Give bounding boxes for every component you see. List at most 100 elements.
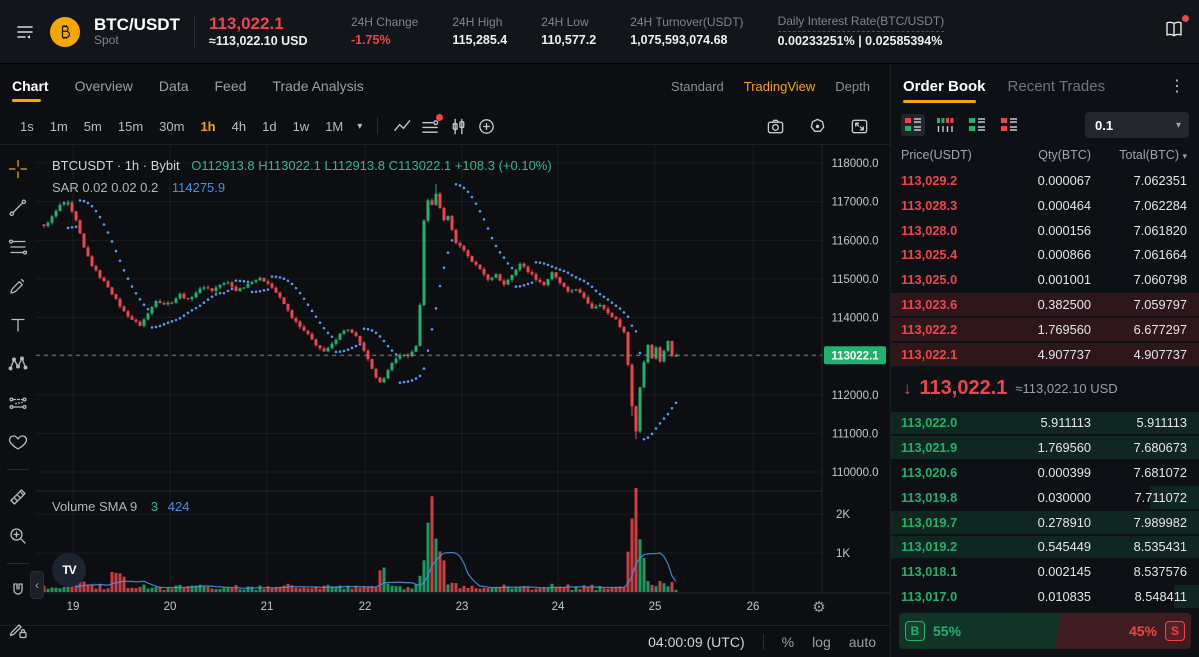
ask-qty: 0.000464: [999, 198, 1091, 213]
bid-row[interactable]: 113,019.20.5454498.535431: [891, 535, 1199, 560]
chart-mode-standard[interactable]: Standard: [671, 79, 724, 94]
bid-row[interactable]: 113,019.70.2789107.989982: [891, 510, 1199, 535]
target-settings-icon[interactable]: [804, 114, 830, 138]
forecast-tool-icon[interactable]: [6, 391, 30, 415]
axis-settings-gear-icon[interactable]: ⚙: [808, 596, 830, 618]
svg-text:117000.0: 117000.0: [831, 197, 878, 209]
magnet-icon[interactable]: [6, 579, 30, 603]
timeframe-4h[interactable]: 4h: [224, 116, 254, 137]
stat-24h-change: 24H Change-1.75%: [351, 13, 418, 50]
ob-tab-recent-trades[interactable]: Recent Trades: [1008, 66, 1106, 107]
collapse-toolbar-handle[interactable]: ‹: [30, 571, 44, 599]
notification-dot: [1182, 15, 1189, 22]
tab-feed[interactable]: Feed: [215, 66, 247, 106]
trend-line-icon[interactable]: [6, 196, 30, 220]
ask-row[interactable]: 113,028.00.0001567.061820: [891, 218, 1199, 243]
bid-total: 7.681072: [1091, 465, 1187, 480]
bid-row[interactable]: 113,020.60.0003997.681072: [891, 460, 1199, 485]
timeframe-1m[interactable]: 1m: [42, 116, 76, 137]
indicators-icon[interactable]: [417, 114, 443, 138]
ask-row[interactable]: 113,028.30.0004647.062284: [891, 193, 1199, 218]
bid-price: 113,018.1: [901, 564, 999, 579]
svg-text:115000.0: 115000.0: [831, 274, 878, 286]
buy-badge: B: [905, 621, 925, 641]
timeframe-1s[interactable]: 1s: [12, 116, 42, 137]
ob-layout-bids-icon[interactable]: [965, 114, 989, 136]
stat-daily-interest-rate-btc-usdt-: Daily Interest Rate(BTC/USDT)0.00233251%…: [778, 12, 945, 51]
chart-type-icon[interactable]: [389, 114, 415, 138]
brush-icon[interactable]: [6, 274, 30, 298]
bid-qty: 1.769560: [999, 440, 1091, 455]
menu-icon[interactable]: [14, 21, 36, 43]
ask-total: 7.061664: [1091, 247, 1187, 262]
ask-row[interactable]: 113,023.60.3825007.059797: [891, 292, 1199, 317]
timeframe-1d[interactable]: 1d: [254, 116, 284, 137]
compare-add-icon[interactable]: [473, 114, 499, 138]
ask-row[interactable]: 113,025.40.0008667.061664: [891, 242, 1199, 267]
sell-percent: 45%: [1129, 623, 1157, 639]
timeframe-5m[interactable]: 5m: [76, 116, 110, 137]
auto-scale-button[interactable]: auto: [849, 634, 876, 650]
divider: [194, 15, 195, 49]
ask-row[interactable]: 113,022.14.9077374.907737: [891, 342, 1199, 367]
chart-mode-tradingview[interactable]: TradingView: [744, 79, 816, 94]
tab-trade-analysis[interactable]: Trade Analysis: [272, 66, 363, 106]
bid-total: 7.680673: [1091, 440, 1187, 455]
ask-row[interactable]: 113,022.21.7695606.677297: [891, 317, 1199, 342]
bid-row[interactable]: 113,018.10.0021458.537576: [891, 559, 1199, 584]
fib-retracement-icon[interactable]: [6, 235, 30, 259]
bid-row[interactable]: 113,019.80.0300007.711072: [891, 485, 1199, 510]
percent-scale-button[interactable]: %: [782, 634, 794, 650]
log-scale-button[interactable]: log: [812, 634, 831, 650]
bid-qty: 0.002145: [999, 564, 1091, 579]
tab-overview[interactable]: Overview: [75, 66, 133, 106]
ask-price: 113,022.2: [901, 322, 999, 337]
bid-qty: 5.911113: [999, 415, 1091, 430]
bid-row[interactable]: 113,022.05.9111135.911113: [891, 411, 1199, 436]
kebab-menu-icon[interactable]: ⋮: [1167, 76, 1187, 96]
text-tool-icon[interactable]: [6, 313, 30, 337]
timeframe-1M[interactable]: 1M: [317, 116, 351, 137]
tab-chart[interactable]: Chart: [12, 66, 49, 106]
ask-row[interactable]: 113,029.20.0000677.062351: [891, 168, 1199, 193]
ob-tab-order-book[interactable]: Order Book: [903, 66, 986, 107]
price-chart-canvas[interactable]: 113022.1118000.0117000.0116000.0115000.0…: [36, 145, 890, 623]
measure-ruler-icon[interactable]: [6, 485, 30, 509]
tradingview-logo[interactable]: TV: [52, 553, 86, 587]
candles-compare-icon[interactable]: [445, 114, 471, 138]
stat-24h-low: 24H Low110,577.2: [541, 13, 596, 50]
clock-utc[interactable]: 04:00:09 (UTC): [648, 634, 744, 650]
indicator-alert-dot: [436, 114, 443, 121]
camera-snapshot-icon[interactable]: [762, 114, 788, 138]
mid-price-row[interactable]: ↓ 113,022.1 ≈113,022.10 USD: [891, 367, 1199, 411]
crosshair-icon[interactable]: [6, 157, 30, 181]
timeframe-30m[interactable]: 30m: [151, 116, 192, 137]
bid-row[interactable]: 113,021.91.7695607.680673: [891, 435, 1199, 460]
bid-total: 5.911113: [1091, 415, 1187, 430]
ask-total: 4.907737: [1091, 347, 1187, 362]
precision-select[interactable]: 0.1 ▾: [1085, 112, 1189, 138]
bid-price: 113,022.0: [901, 415, 999, 430]
chart-mode-depth[interactable]: Depth: [835, 79, 870, 94]
xabcd-pattern-icon[interactable]: [6, 352, 30, 376]
lock-drawings-icon[interactable]: [6, 618, 30, 642]
ask-row[interactable]: 113,025.00.0010017.060798: [891, 267, 1199, 292]
tab-data[interactable]: Data: [159, 66, 189, 106]
zoom-in-icon[interactable]: [6, 524, 30, 548]
timeframe-1w[interactable]: 1w: [285, 116, 318, 137]
chart-area[interactable]: 113022.1118000.0117000.0116000.0115000.0…: [0, 145, 890, 625]
ob-layout-asks-icon[interactable]: [997, 114, 1021, 136]
timeframe-15m[interactable]: 15m: [110, 116, 151, 137]
buy-sell-ratio-bar: B 55% 45% S: [899, 613, 1191, 649]
ob-layout-both-icon[interactable]: [901, 114, 925, 136]
ob-layout-vertical-icon[interactable]: [933, 114, 957, 136]
emoji-heart-icon[interactable]: [6, 430, 30, 454]
timeframe-1h[interactable]: 1h: [192, 116, 223, 137]
svg-text:112000.0: 112000.0: [831, 390, 878, 402]
timeframe-dropdown-icon[interactable]: ▾: [353, 121, 366, 132]
bid-row[interactable]: 113,017.00.0108358.548411: [891, 584, 1199, 609]
ask-qty: 4.907737: [999, 347, 1091, 362]
orderbook-guide-icon[interactable]: [1163, 18, 1185, 45]
symbol-title[interactable]: BTC/USDT: [94, 15, 180, 35]
fullscreen-icon[interactable]: [846, 114, 872, 138]
